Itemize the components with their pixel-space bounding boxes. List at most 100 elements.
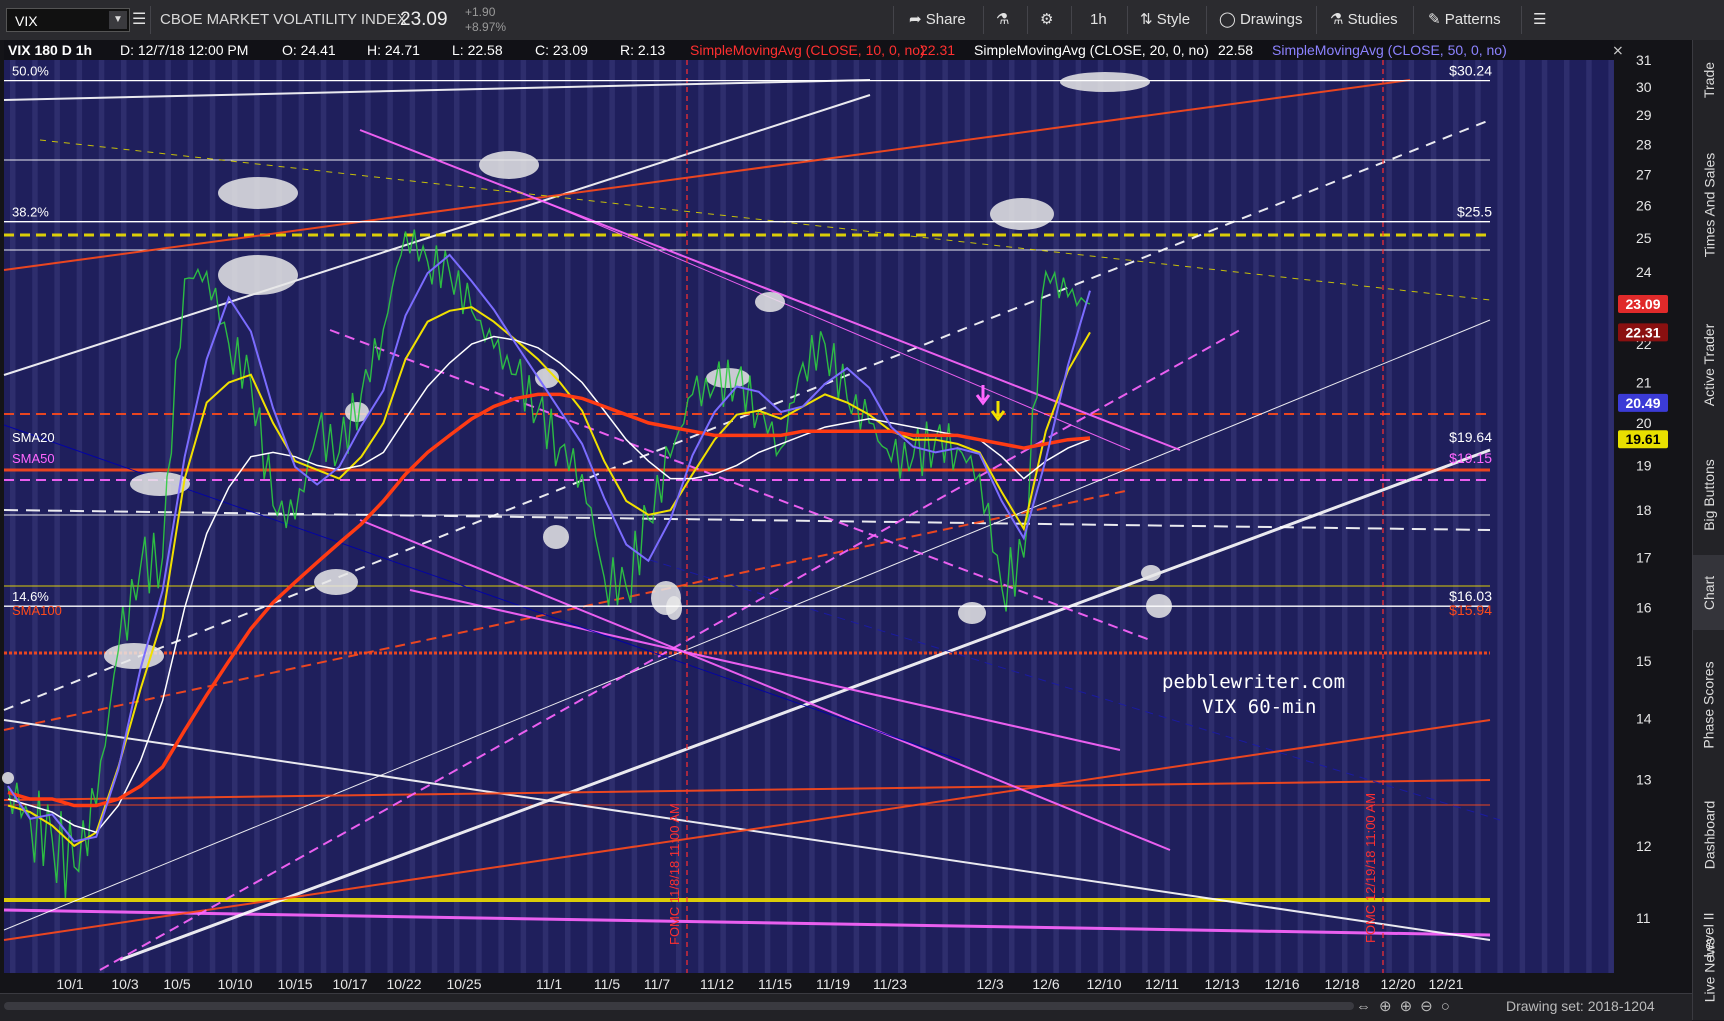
x-tick-label: 10/5 bbox=[163, 976, 190, 992]
fib-price-label: $25.5 bbox=[1457, 204, 1492, 220]
share-button[interactable]: ➦ Share bbox=[909, 0, 966, 40]
reset-zoom-icon[interactable]: ○ bbox=[1441, 998, 1458, 1015]
sidebar-tab-big-buttons[interactable]: Big Buttons bbox=[1693, 440, 1724, 550]
studies-button[interactable]: ⚗ Studies bbox=[1330, 0, 1398, 40]
session-stripe bbox=[898, 60, 904, 973]
session-stripe bbox=[1519, 60, 1526, 973]
x-tick-label: 11/15 bbox=[758, 976, 792, 992]
session-stripe bbox=[853, 60, 860, 973]
studies-icon: ⚗ bbox=[1330, 11, 1344, 28]
highlight-ellipse bbox=[1060, 72, 1150, 92]
legend-low: L: 22.58 bbox=[452, 42, 503, 58]
drawings-button[interactable]: ◯ Drawings bbox=[1219, 0, 1303, 40]
session-stripe bbox=[187, 60, 194, 973]
session-stripe bbox=[387, 60, 393, 973]
legend-date: D: 12/7/18 12:00 PM bbox=[120, 42, 248, 58]
ma-label: SMA50 bbox=[12, 451, 55, 466]
session-stripe bbox=[143, 60, 149, 973]
sidebar-tab-active-trader[interactable]: Active Trader bbox=[1693, 300, 1724, 430]
session-stripe bbox=[1386, 60, 1392, 973]
y-tick-label: 13 bbox=[1636, 772, 1652, 788]
sidebar-tab-dashboard[interactable]: Dashboard bbox=[1693, 780, 1724, 890]
session-stripe bbox=[98, 60, 105, 973]
drawings-icon: ◯ bbox=[1219, 11, 1236, 28]
session-stripe bbox=[1208, 60, 1215, 973]
legend-sma10[interactable]: SimpleMovingAvg (CLOSE, 10, 0, no) bbox=[690, 42, 925, 58]
collapse-icon[interactable]: ⨯ bbox=[1612, 42, 1624, 58]
chart[interactable]: FOMC 11/8/18 11:00 AM FOMC 12/19/18 11:00… bbox=[0, 40, 1692, 993]
x-tick-label: 11/23 bbox=[873, 976, 907, 992]
sidebar-tab-times-and-sales[interactable]: Times And Sales bbox=[1693, 120, 1724, 290]
x-tick-label: 12/13 bbox=[1204, 976, 1239, 992]
session-stripe bbox=[653, 60, 660, 973]
x-tick-label: 12/3 bbox=[976, 976, 1003, 992]
legend-range: R: 2.13 bbox=[620, 42, 665, 58]
sidebar-tab-chart[interactable]: Chart bbox=[1693, 555, 1724, 630]
y-tick-label: 17 bbox=[1636, 550, 1652, 566]
highlight-ellipse bbox=[755, 292, 785, 312]
session-stripe bbox=[1186, 60, 1193, 973]
x-tick-label: 11/19 bbox=[816, 976, 850, 992]
last-price: 23.09 bbox=[400, 9, 448, 30]
sidebar-tab-live-news[interactable]: Live News bbox=[1693, 920, 1724, 1020]
x-tick-label: 10/25 bbox=[446, 976, 481, 992]
session-stripe bbox=[409, 60, 416, 973]
session-stripe bbox=[942, 60, 948, 973]
session-stripe bbox=[10, 60, 16, 973]
x-tick-label: 11/1 bbox=[536, 976, 562, 992]
menu-icon[interactable]: ☰ bbox=[1533, 0, 1546, 40]
session-stripe bbox=[720, 60, 726, 973]
symbol-input[interactable]: VIX ▼ bbox=[6, 8, 130, 32]
legend-sma20[interactable]: SimpleMovingAvg (CLOSE, 20, 0, no) bbox=[974, 42, 1209, 58]
x-tick-label: 10/10 bbox=[217, 976, 252, 992]
legend-sma20-value: 22.58 bbox=[1218, 42, 1253, 58]
session-stripe bbox=[1231, 60, 1237, 973]
y-tick-label: 26 bbox=[1636, 198, 1652, 214]
toolbar-divider bbox=[1206, 6, 1207, 34]
x-tick-label: 12/6 bbox=[1032, 976, 1059, 992]
drawing-set-label[interactable]: Drawing set: 2018-1204 bbox=[1506, 998, 1655, 1014]
y-tick-label: 30 bbox=[1636, 79, 1652, 95]
toolbar-divider bbox=[1071, 6, 1072, 34]
session-stripe bbox=[1453, 60, 1459, 973]
y-tick-label: 25 bbox=[1636, 230, 1652, 246]
toolbar-divider bbox=[983, 6, 984, 34]
x-tick-label: 12/18 bbox=[1324, 976, 1359, 992]
style-button[interactable]: ⇅ Style bbox=[1140, 0, 1190, 40]
fib-level-label: 50.0% bbox=[12, 64, 49, 79]
timeframe-button[interactable]: 1h bbox=[1090, 0, 1107, 40]
flask-icon[interactable]: ⚗ bbox=[996, 0, 1009, 40]
watermark-site: pebblewriter.com bbox=[1162, 671, 1345, 693]
x-tick-label: 10/15 bbox=[277, 976, 312, 992]
y-tick-label: 29 bbox=[1636, 107, 1652, 123]
zoom-in-icon[interactable]: ⊕ bbox=[1400, 998, 1421, 1015]
toolbar-divider bbox=[150, 6, 151, 34]
share-icon: ➦ bbox=[909, 11, 922, 28]
symbol-description: CBOE MARKET VOLATILITY INDEX bbox=[160, 11, 407, 28]
price-axis-bg bbox=[1614, 58, 1692, 973]
session-stripe bbox=[1497, 60, 1503, 973]
horizontal-scrollbar[interactable] bbox=[4, 1002, 1354, 1010]
y-tick-label: 14 bbox=[1636, 710, 1652, 726]
session-stripe bbox=[1319, 60, 1326, 973]
highlight-ellipse bbox=[666, 596, 682, 620]
settings-gear-icon[interactable]: ⚙ bbox=[1040, 0, 1053, 40]
x-tick-label: 10/17 bbox=[332, 976, 367, 992]
zoom-out-icon[interactable]: ⊖ bbox=[1420, 998, 1441, 1015]
session-stripe bbox=[964, 60, 971, 973]
x-tick-label: 12/16 bbox=[1264, 976, 1299, 992]
symbol-dropdown-icon[interactable]: ▼ bbox=[109, 11, 127, 29]
patterns-button[interactable]: ✎ Patterns bbox=[1428, 0, 1501, 40]
ma-price-label: $19.15 bbox=[1449, 450, 1492, 466]
sidebar-tab-trade[interactable]: Trade bbox=[1693, 50, 1724, 110]
toolbar-divider bbox=[1316, 6, 1317, 34]
symbol-lookup-icon[interactable]: ☰ bbox=[132, 0, 146, 40]
x-tick-label: 10/3 bbox=[111, 976, 138, 992]
session-stripe bbox=[1120, 60, 1126, 973]
sidebar-tab-phase-scores[interactable]: Phase Scores bbox=[1693, 640, 1724, 770]
session-stripe bbox=[1164, 60, 1170, 973]
legend-sma50[interactable]: SimpleMovingAvg (CLOSE, 50, 0, no) bbox=[1272, 42, 1507, 58]
pan-icon[interactable]: ⇔ bbox=[1356, 998, 1379, 1015]
toolbar-divider bbox=[1413, 6, 1414, 34]
crosshair-icon[interactable]: ⊕ bbox=[1379, 998, 1400, 1015]
